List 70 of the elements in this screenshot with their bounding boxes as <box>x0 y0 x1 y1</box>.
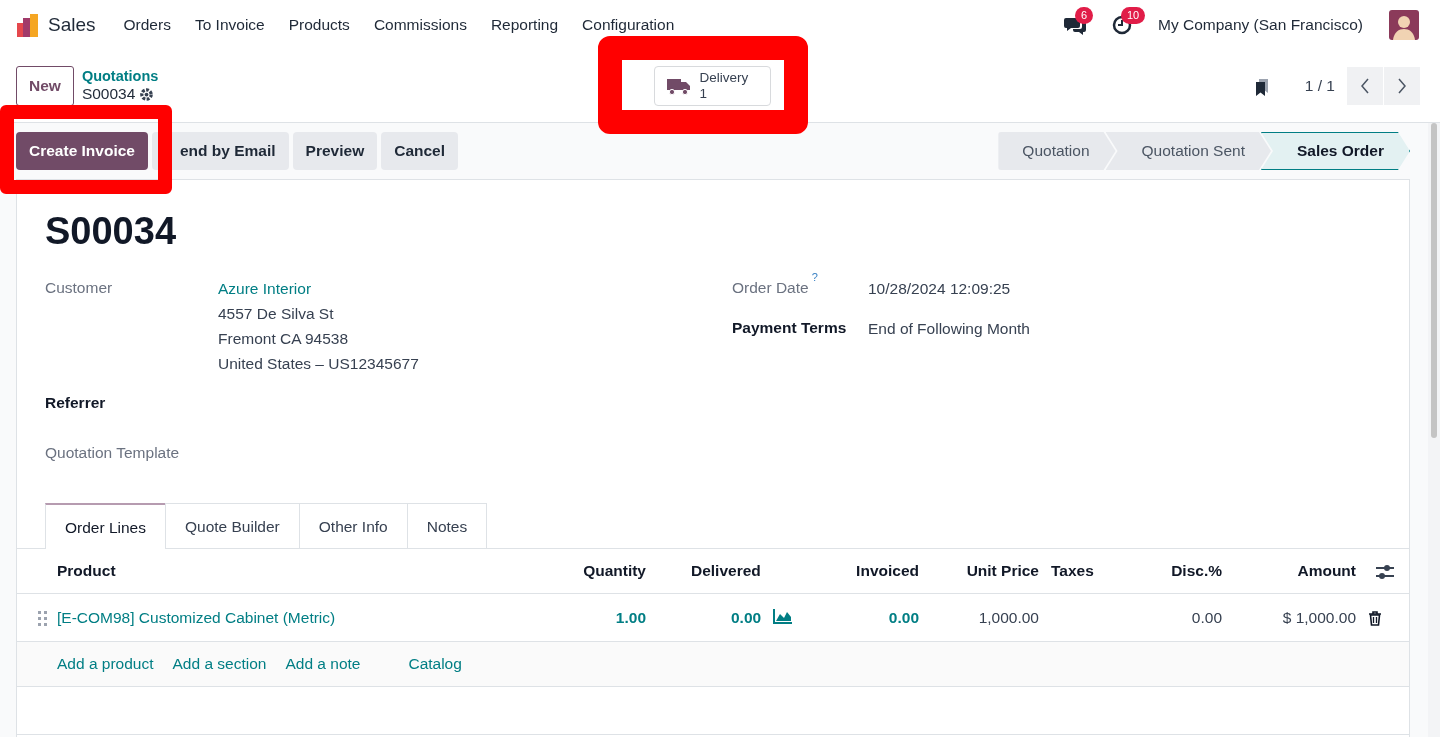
field-value: End of Following Month <box>868 319 1030 339</box>
trash-icon[interactable] <box>1368 611 1382 627</box>
product-link[interactable]: [E-COM98] Customized Cabinet (Metric) <box>57 608 336 626</box>
company-name[interactable]: My Company (San Francisco) <box>1158 13 1363 37</box>
customer-link[interactable]: Azure Interior <box>218 276 419 301</box>
address-line: Fremont CA 94538 <box>218 329 350 349</box>
table-cell: 0.00 <box>1191 608 1222 626</box>
settings-sliders-icon[interactable] <box>1376 563 1394 582</box>
column-header[interactable]: Invoiced <box>856 562 919 580</box>
action-button[interactable]: Create Invoice <box>16 132 148 170</box>
add-line-link[interactable]: Add a note <box>285 655 361 673</box>
app-name[interactable]: Sales <box>48 10 96 40</box>
action-button[interactable]: end by Email <box>151 132 289 170</box>
menu-item[interactable]: Reporting <box>478 13 571 37</box>
smart-button-count: 1 <box>699 86 708 102</box>
field-label: Payment Terms <box>732 319 847 336</box>
address-line: 4557 De Silva St <box>218 304 335 324</box>
table-cell: $ 1,000.00 <box>1282 608 1356 626</box>
menu-item[interactable]: Orders <box>111 13 183 37</box>
address-line: United States – US12345677 <box>218 354 419 374</box>
add-line-link[interactable]: Add a section <box>172 655 267 673</box>
column-header[interactable]: Taxes <box>1051 562 1094 580</box>
record-title: S00034 <box>45 209 177 254</box>
action-button[interactable]: Preview <box>292 132 378 170</box>
column-header[interactable]: Product <box>57 562 116 580</box>
breadcrumb-link[interactable]: Quotations <box>81 68 159 86</box>
status-stage[interactable]: Quotation Sent <box>1105 132 1271 170</box>
status-stage[interactable]: Quotation <box>998 132 1116 170</box>
column-header[interactable]: Amount <box>1297 562 1356 580</box>
delivery-smart-button[interactable]: Delivery 1 <box>654 66 772 106</box>
menu-item[interactable]: Products <box>276 13 362 37</box>
table-cell: 1.00 <box>615 608 646 626</box>
table-cell: 0.00 <box>731 608 762 626</box>
chevron-left-icon <box>1360 78 1370 94</box>
new-button[interactable]: New <box>16 66 74 106</box>
add-line-link[interactable]: Add a product <box>57 655 154 673</box>
action-button[interactable]: Cancel <box>381 132 459 170</box>
status-stage[interactable]: Sales Order <box>1260 132 1410 170</box>
field-value: 10/28/2024 12:09:25 <box>868 279 1011 299</box>
drag-handle-icon[interactable] <box>38 611 47 627</box>
field-label: Customer <box>45 279 113 296</box>
field-label: Order Date <box>732 279 809 296</box>
menu-item[interactable]: Configuration <box>570 13 687 37</box>
column-header[interactable]: Unit Price <box>966 562 1039 580</box>
smart-button-label: Delivery <box>699 70 749 86</box>
chevron-right-icon <box>1397 78 1407 94</box>
activity-count-badge: 10 <box>1121 7 1146 24</box>
truck-icon <box>667 76 692 96</box>
table-cell: 0.00 <box>888 608 919 626</box>
column-header[interactable]: Disc.% <box>1171 562 1222 580</box>
column-header[interactable]: Quantity <box>583 562 646 580</box>
avatar-icon[interactable] <box>1389 10 1419 40</box>
breadcrumb-current: S00034 <box>81 85 136 104</box>
bookmark-icon[interactable] <box>1254 76 1269 96</box>
app-logo-icon[interactable] <box>16 12 40 38</box>
help-icon[interactable]: ? <box>811 271 818 284</box>
field-label: Referrer <box>45 394 106 411</box>
field-label: Quotation Template <box>45 444 180 462</box>
gear-icon[interactable] <box>139 87 155 103</box>
message-count-badge: 6 <box>1075 7 1094 24</box>
add-line-link[interactable]: Catalog <box>408 655 462 673</box>
notebook-tab[interactable]: Order Lines <box>45 502 166 549</box>
notebook-tab[interactable]: Notes <box>406 502 488 548</box>
table-cell: 1,000.00 <box>978 608 1039 626</box>
menu-item[interactable]: Commissions <box>361 13 479 37</box>
scrollbar[interactable] <box>1428 123 1440 737</box>
menu-item[interactable]: To Invoice <box>182 13 277 37</box>
area-chart-icon[interactable] <box>773 607 794 625</box>
column-header[interactable]: Delivered <box>691 562 761 580</box>
pager-value[interactable]: 1 / 1 <box>1304 74 1335 98</box>
